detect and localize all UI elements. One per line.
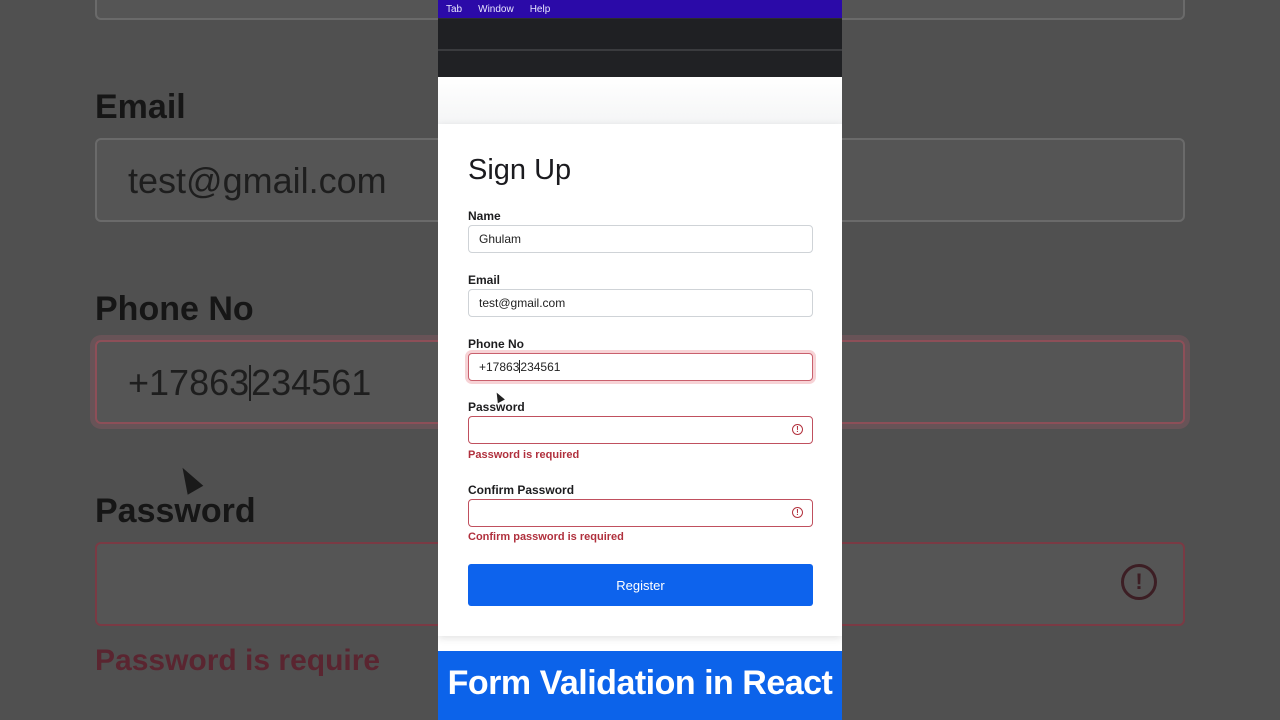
email-label: Email xyxy=(468,273,501,287)
bg-alert-circle-icon: ! xyxy=(1121,564,1157,600)
confirm-password-error: Confirm password is required xyxy=(468,531,624,543)
phone-value-after-caret: 234561 xyxy=(520,360,561,374)
bg-phone-value-before-caret: +17863 xyxy=(128,362,250,403)
alert-circle-icon: ! xyxy=(792,507,803,518)
signup-form: Sign Up Name Ghulam Email test@gmail.com… xyxy=(438,0,842,720)
bg-mouse-cursor-icon xyxy=(174,463,204,495)
bg-password-error: Password is require xyxy=(95,644,381,677)
confirm-password-input[interactable]: ! xyxy=(468,499,813,527)
form-title: Sign Up xyxy=(468,154,572,186)
name-input[interactable]: Ghulam xyxy=(468,225,813,253)
confirm-password-label: Confirm Password xyxy=(468,483,575,497)
password-error: Password is required xyxy=(468,449,580,461)
phone-label: Phone No xyxy=(468,337,524,351)
bg-phone-value: +17863234561 xyxy=(128,362,371,404)
phone-input[interactable]: +17863234561 xyxy=(468,353,813,381)
phone-value-before-caret: +17863 xyxy=(479,360,520,374)
register-button[interactable]: Register xyxy=(468,564,813,606)
email-input[interactable]: test@gmail.com xyxy=(468,289,813,317)
bg-email-value: test@gmail.com xyxy=(128,160,387,201)
caption-banner: Form Validation in React xyxy=(438,651,842,720)
bg-password-label: Password xyxy=(95,492,256,530)
bg-phone-value-after-caret: 234561 xyxy=(251,362,372,403)
alert-circle-icon: ! xyxy=(792,424,803,435)
password-input[interactable]: ! xyxy=(468,416,813,444)
bg-email-label: Email xyxy=(95,88,186,126)
name-label: Name xyxy=(468,209,501,223)
bg-phone-label: Phone No xyxy=(95,290,254,328)
